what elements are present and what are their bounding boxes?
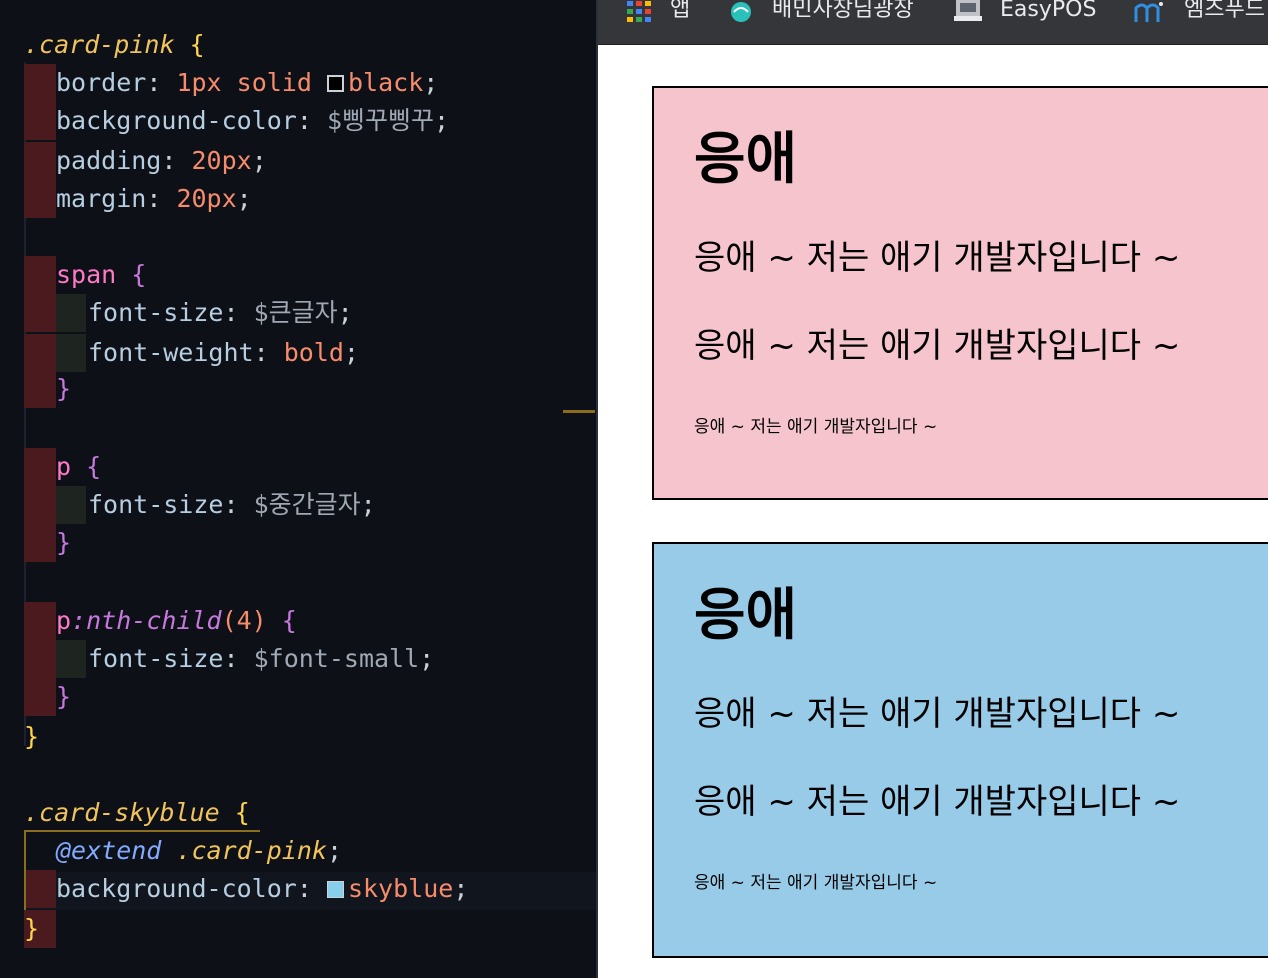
code-line-22[interactable]: @extend .card-pink; bbox=[0, 832, 596, 870]
code-line-3[interactable]: background-color: $삥꾸삥꾸; bbox=[0, 102, 596, 140]
scroll-marker bbox=[563, 410, 595, 413]
code-line-18[interactable]: } bbox=[0, 678, 596, 716]
diff-gutter bbox=[24, 102, 56, 140]
diff-gutter bbox=[24, 370, 56, 408]
card-heading: 응애 bbox=[694, 127, 798, 192]
browser-window: 앱 배민사장님광장 EasyPOS 엠즈푸드 응애 응애 ~ 저는 애기 개발자… bbox=[598, 0, 1268, 978]
easypos-icon bbox=[952, 0, 984, 22]
card-paragraph: 응애 ~ 저는 애기 개발자입니다 ~ bbox=[694, 238, 1181, 278]
card-heading: 응애 bbox=[694, 583, 798, 648]
selector-card-pink: .card-pink bbox=[24, 30, 175, 59]
mz-icon bbox=[1134, 0, 1164, 22]
code-editor[interactable]: .card-pink { border: 1px solid black; ba… bbox=[0, 0, 596, 978]
code-line-13[interactable]: font-size: $중간글자; bbox=[0, 486, 596, 524]
apps-grid-icon bbox=[626, 0, 652, 22]
code-line-8[interactable]: font-size: $큰글자; bbox=[0, 294, 596, 332]
diff-gutter bbox=[24, 142, 56, 180]
code-line-10[interactable]: } bbox=[0, 370, 596, 408]
diff-gutter bbox=[24, 678, 56, 716]
bookmark-label: 엠즈푸드 bbox=[1184, 0, 1265, 22]
code-line-17[interactable]: font-size: $font-small; bbox=[0, 640, 596, 678]
diff-gutter bbox=[24, 64, 56, 102]
color-swatch-black[interactable] bbox=[326, 75, 344, 92]
card-small-paragraph: 응애 ~ 저는 애기 개발자입니다 ~ bbox=[694, 417, 938, 437]
code-line-4[interactable]: padding: 20px; bbox=[0, 142, 596, 180]
code-line-7[interactable]: span { bbox=[0, 256, 596, 294]
bookmarks-bar: 앱 배민사장님광장 EasyPOS 엠즈푸드 bbox=[598, 0, 1268, 45]
code-line-21[interactable]: .card-skyblue { bbox=[0, 794, 596, 832]
card-paragraph: 응애 ~ 저는 애기 개발자입니다 ~ bbox=[694, 694, 1181, 734]
card-skyblue: 응애 응애 ~ 저는 애기 개발자입니다 ~ 응애 ~ 저는 애기 개발자입니다… bbox=[652, 542, 1268, 958]
diff-gutter bbox=[24, 256, 56, 294]
code-line-12[interactable]: p { bbox=[0, 448, 596, 486]
selector-card-skyblue: .card-skyblue bbox=[24, 798, 220, 827]
diff-gutter bbox=[24, 294, 56, 332]
code-line-16[interactable]: p:nth-child(4) { bbox=[0, 602, 596, 640]
diff-gutter bbox=[24, 486, 56, 524]
diff-gutter bbox=[26, 870, 56, 908]
diff-gutter bbox=[24, 640, 56, 678]
code-line-14[interactable]: } bbox=[0, 524, 596, 562]
diff-gutter bbox=[24, 448, 56, 486]
card-small-paragraph: 응애 ~ 저는 애기 개발자입니다 ~ bbox=[694, 873, 938, 893]
diff-gutter bbox=[24, 602, 56, 640]
bookmark-label: 앱 bbox=[670, 0, 691, 22]
code-line-2[interactable]: border: 1px solid black; bbox=[0, 64, 596, 102]
diff-gutter bbox=[24, 334, 56, 372]
diff-gutter bbox=[24, 180, 56, 218]
card-paragraph: 응애 ~ 저는 애기 개발자입니다 ~ bbox=[694, 782, 1181, 822]
bookmark-label: EasyPOS bbox=[1000, 0, 1097, 22]
code-line-9[interactable]: font-weight: bold; bbox=[0, 334, 596, 372]
code-line-24[interactable]: } bbox=[0, 910, 596, 948]
card-pink: 응애 응애 ~ 저는 애기 개발자입니다 ~ 응애 ~ 저는 애기 개발자입니다… bbox=[652, 86, 1268, 500]
page-content: 응애 응애 ~ 저는 애기 개발자입니다 ~ 응애 ~ 저는 애기 개발자입니다… bbox=[598, 45, 1268, 978]
code-line-23[interactable]: background-color: skyblue; bbox=[0, 870, 596, 908]
bookmark-label: 배민사장님광장 bbox=[772, 0, 914, 22]
code-line-19[interactable]: } bbox=[0, 718, 596, 756]
code-line-5[interactable]: margin: 20px; bbox=[0, 180, 596, 218]
color-swatch-skyblue[interactable] bbox=[326, 881, 344, 898]
diff-gutter bbox=[24, 524, 56, 562]
code-line-1[interactable]: .card-pink { bbox=[0, 26, 596, 64]
card-paragraph: 응애 ~ 저는 애기 개발자입니다 ~ bbox=[694, 326, 1181, 366]
baemin-icon bbox=[728, 0, 754, 22]
